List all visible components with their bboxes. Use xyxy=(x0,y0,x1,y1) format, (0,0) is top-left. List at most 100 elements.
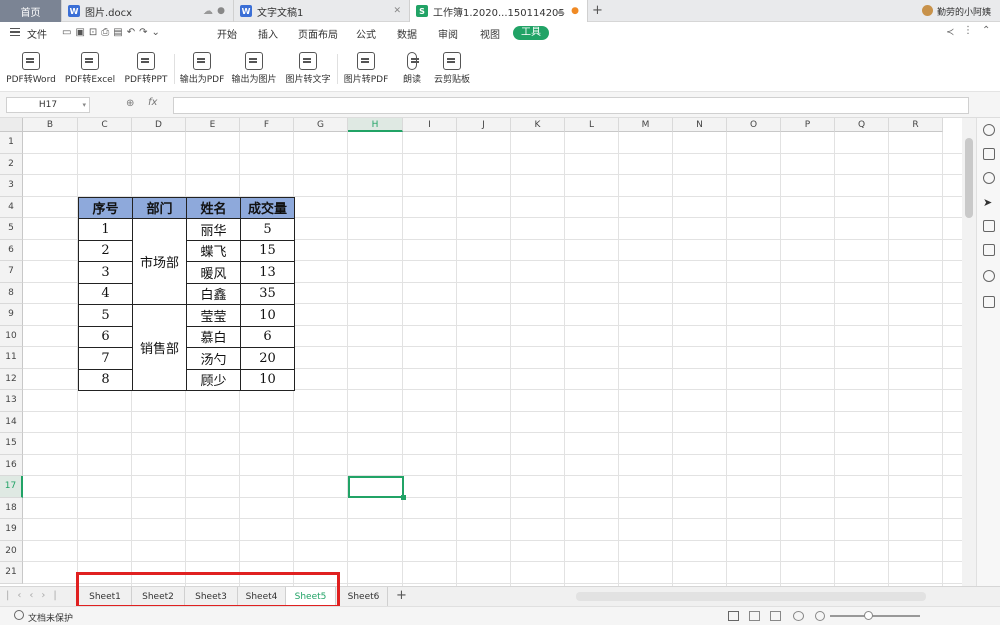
chart-icon[interactable] xyxy=(983,244,995,256)
select-all-corner[interactable] xyxy=(0,118,23,132)
zoom-search-icon[interactable]: ⊕ xyxy=(126,98,134,109)
fill-handle[interactable] xyxy=(401,495,406,500)
sheet-tab[interactable]: Sheet6 xyxy=(340,587,388,607)
page-layout-view-icon[interactable] xyxy=(749,611,760,621)
formula-input[interactable] xyxy=(173,97,969,114)
more-icon[interactable]: ⋮ xyxy=(963,25,973,36)
read-aloud-button[interactable]: 朗读 xyxy=(398,52,426,85)
protection-status[interactable]: 文档未保护 xyxy=(28,611,73,624)
pdf-to-ppt-button[interactable]: PDF转PPT xyxy=(122,52,170,85)
undo-icon[interactable]: ↶ xyxy=(127,27,139,38)
share-icon[interactable]: ≺ xyxy=(946,27,954,38)
row-header[interactable]: 12 xyxy=(0,368,23,390)
row-header[interactable]: 16 xyxy=(0,454,23,476)
export-pdf-button[interactable]: 输出为PDF xyxy=(178,52,226,85)
name-box[interactable]: H17 ▾ xyxy=(6,97,90,113)
shapes-icon[interactable] xyxy=(983,124,995,136)
row-header[interactable]: 13 xyxy=(0,390,23,412)
table-cell-department[interactable]: 市场部 xyxy=(132,218,187,305)
column-header[interactable]: E xyxy=(186,118,240,132)
eye-protection-icon[interactable] xyxy=(793,611,804,621)
filter-icon[interactable] xyxy=(983,220,995,232)
history-icon[interactable] xyxy=(983,270,995,282)
row-header[interactable]: 20 xyxy=(0,540,23,562)
table-header-cell[interactable]: 成交量 xyxy=(240,196,295,219)
menu-data[interactable]: 数据 xyxy=(397,26,417,41)
table-cell-name[interactable]: 顾少 xyxy=(186,368,241,391)
table-cell-volume[interactable]: 5 xyxy=(240,218,295,241)
row-header[interactable]: 21 xyxy=(0,562,23,584)
image-to-pdf-button[interactable]: 图片转PDF xyxy=(342,52,390,85)
table-cell-volume[interactable]: 13 xyxy=(240,261,295,284)
table-cell-name[interactable]: 暖风 xyxy=(186,261,241,284)
open-folder-icon[interactable]: ▭ xyxy=(62,27,75,38)
protection-icon[interactable] xyxy=(14,610,24,620)
row-header[interactable]: 14 xyxy=(0,411,23,433)
column-header[interactable]: K xyxy=(511,118,565,132)
column-header[interactable]: F xyxy=(240,118,294,132)
image-icon[interactable] xyxy=(983,296,995,308)
table-cell-index[interactable]: 5 xyxy=(78,304,133,327)
table-cell-index[interactable]: 8 xyxy=(78,368,133,391)
tab-home[interactable]: 首页 xyxy=(0,0,62,22)
table-cell-volume[interactable]: 20 xyxy=(240,347,295,370)
table-cell-volume[interactable]: 6 xyxy=(240,325,295,348)
row-header[interactable]: 10 xyxy=(0,325,23,347)
menu-review[interactable]: 审阅 xyxy=(438,26,458,41)
row-header[interactable]: 2 xyxy=(0,153,23,175)
table-cell-index[interactable]: 1 xyxy=(78,218,133,241)
tab-doc-text[interactable]: W 文字文稿1 ✕ xyxy=(234,0,410,22)
table-cell-department[interactable]: 销售部 xyxy=(132,304,187,391)
cloud-clipboard-button[interactable]: 云剪贴板 xyxy=(430,52,474,85)
table-cell-index[interactable]: 7 xyxy=(78,347,133,370)
style-icon[interactable] xyxy=(983,172,995,184)
table-cell-volume[interactable]: 10 xyxy=(240,368,295,391)
table-cell-name[interactable]: 丽华 xyxy=(186,218,241,241)
table-cell-name[interactable]: 白鑫 xyxy=(186,282,241,305)
column-header[interactable]: D xyxy=(132,118,186,132)
row-header[interactable]: 3 xyxy=(0,175,23,197)
column-header[interactable]: I xyxy=(403,118,457,132)
function-icon[interactable]: fx xyxy=(148,97,157,108)
menu-tools[interactable]: 工具 xyxy=(513,26,549,40)
print-icon[interactable]: ⎙ xyxy=(101,27,113,38)
column-header[interactable]: B xyxy=(23,118,78,132)
new-tab-button[interactable]: + xyxy=(592,3,603,18)
row-header[interactable]: 15 xyxy=(0,433,23,455)
menu-insert[interactable]: 插入 xyxy=(258,26,278,41)
menu-formula[interactable]: 公式 xyxy=(356,26,376,41)
column-header[interactable]: P xyxy=(781,118,835,132)
tab-workbook[interactable]: S 工作簿1.2020...150114205 ☁ ● xyxy=(410,0,588,22)
hamburger-icon[interactable] xyxy=(10,28,20,36)
menu-view[interactable]: 视图 xyxy=(480,26,500,41)
fill-icon[interactable] xyxy=(983,148,995,160)
table-header-cell[interactable]: 部门 xyxy=(132,196,187,219)
row-header[interactable]: 8 xyxy=(0,282,23,304)
cursor-icon[interactable]: ➤ xyxy=(983,196,995,209)
table-cell-index[interactable]: 4 xyxy=(78,282,133,305)
active-cell-selection[interactable] xyxy=(348,476,404,498)
zoom-slider-thumb[interactable] xyxy=(864,611,873,620)
column-header[interactable]: L xyxy=(565,118,619,132)
column-header[interactable]: J xyxy=(457,118,511,132)
chevron-down-icon[interactable]: ▾ xyxy=(82,98,86,112)
column-header[interactable]: O xyxy=(727,118,781,132)
menu-page-layout[interactable]: 页面布局 xyxy=(298,26,338,41)
column-header[interactable]: Q xyxy=(835,118,889,132)
user-name[interactable]: 勤劳的小阿姨 xyxy=(937,5,991,18)
row-header[interactable]: 17 xyxy=(0,476,23,498)
chevron-down-icon[interactable]: ⌄ xyxy=(152,27,164,38)
row-header[interactable]: 11 xyxy=(0,347,23,369)
close-icon[interactable]: ✕ xyxy=(393,6,401,16)
horizontal-scrollbar[interactable] xyxy=(576,592,926,601)
table-header-cell[interactable]: 序号 xyxy=(78,196,133,219)
zoom-out-icon[interactable] xyxy=(815,611,825,621)
page-break-view-icon[interactable] xyxy=(770,611,781,621)
sheet-nav-arrows[interactable]: |‹‹›| xyxy=(6,590,65,601)
close-icon[interactable]: ● xyxy=(217,6,225,16)
table-cell-index[interactable]: 6 xyxy=(78,325,133,348)
table-cell-name[interactable]: 莹莹 xyxy=(186,304,241,327)
column-header[interactable]: M xyxy=(619,118,673,132)
avatar[interactable] xyxy=(922,5,933,16)
column-header[interactable]: C xyxy=(78,118,132,132)
